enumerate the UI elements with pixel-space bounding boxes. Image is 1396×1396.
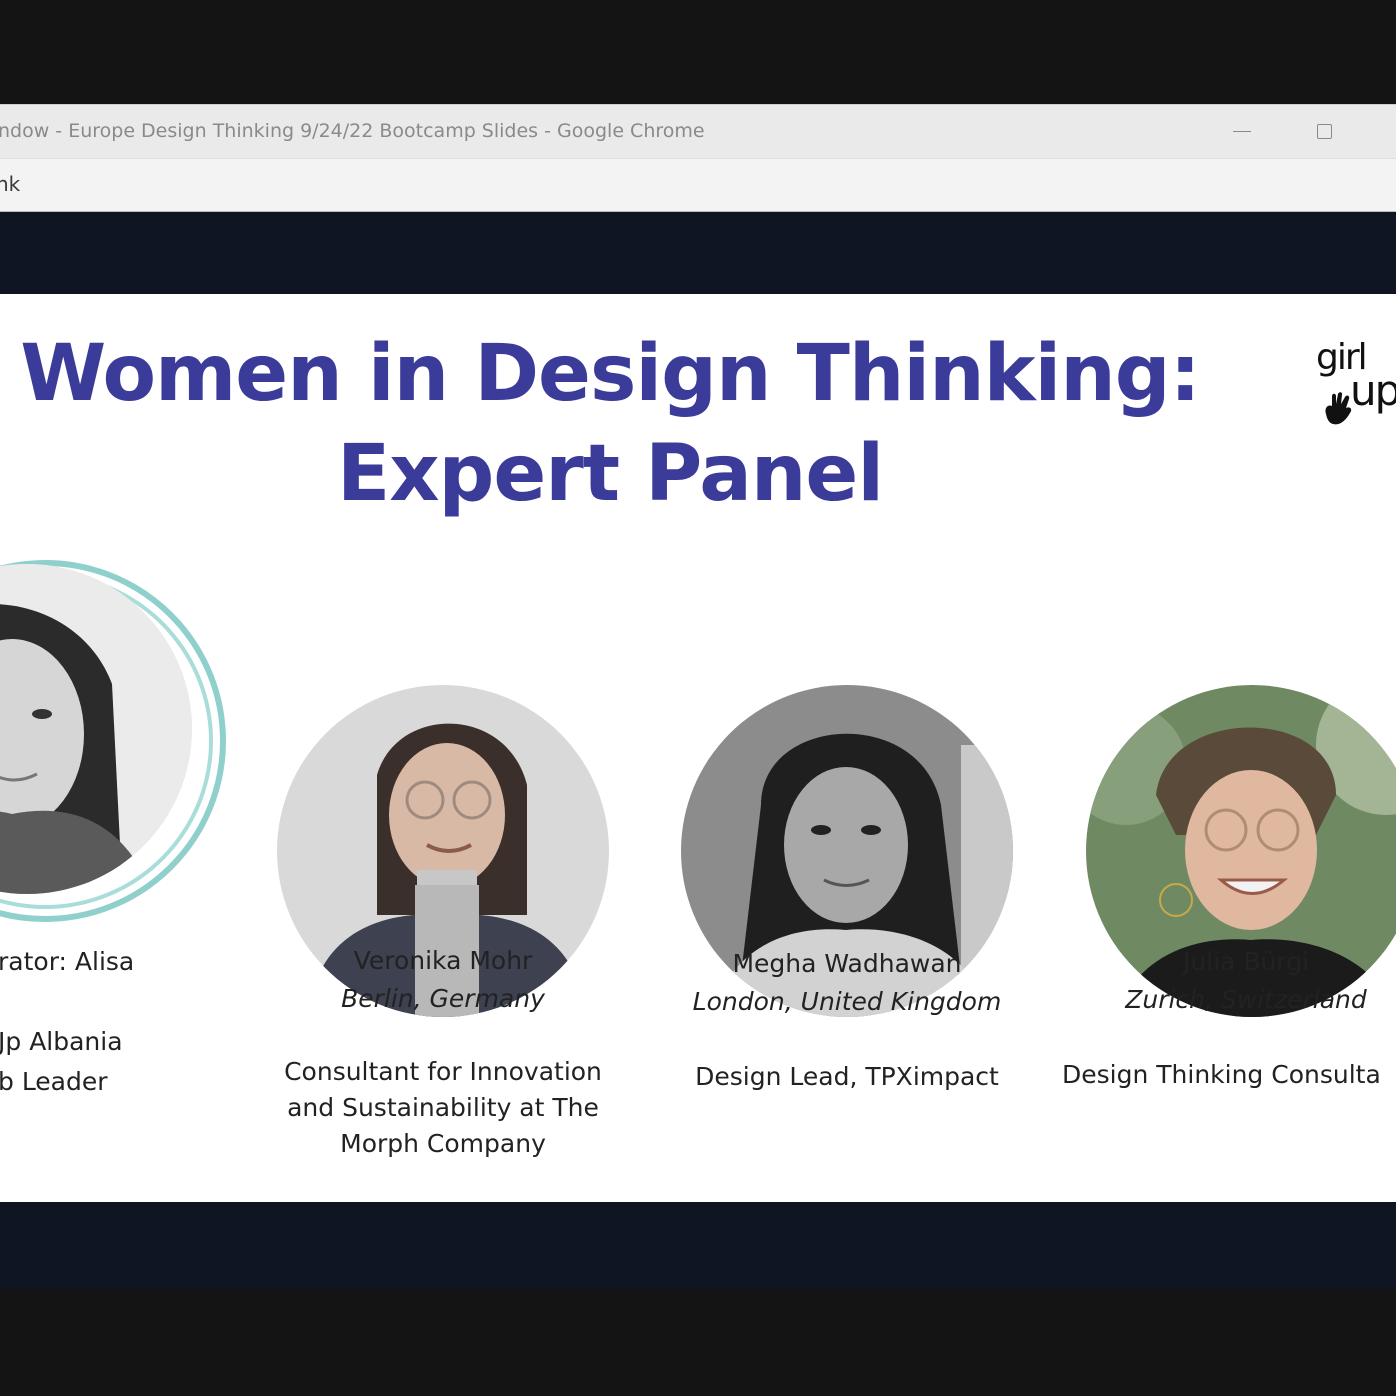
- address-bar[interactable]: nk: [0, 158, 1396, 213]
- panelist-role: Design Lead, TPXimpact: [695, 1062, 999, 1091]
- girl-up-logo: girl up: [1312, 338, 1396, 434]
- top-letterbox: [0, 0, 1396, 104]
- moderator-name: rator: Alisa: [0, 947, 135, 976]
- moderator-role: b Leader: [0, 1067, 108, 1096]
- window-title-bar: ndow - Europe Design Thinking 9/24/22 Bo…: [0, 104, 1396, 159]
- panelist-name: Megha Wadhawan: [732, 949, 962, 978]
- panelist-role: Consultant for Innovation and Sustainabi…: [284, 1057, 602, 1158]
- moderator-org: Jp Albania: [0, 1027, 123, 1056]
- panelist-role: Design Thinking Consulta: [1062, 1060, 1381, 1089]
- slide-title: Women in Design Thinking: Expert Panel: [0, 324, 1220, 524]
- bottom-letterbox: [0, 1288, 1396, 1396]
- presentation-frame-bottom: [0, 1202, 1396, 1288]
- slide-title-line2: Expert Panel: [336, 429, 884, 519]
- chrome-window: ndow - Europe Design Thinking 9/24/22 Bo…: [0, 104, 1396, 1288]
- presentation-frame-top: [0, 212, 1396, 294]
- panelist-name: Julia Bürgi: [1182, 947, 1310, 976]
- minimize-button[interactable]: [1220, 111, 1264, 151]
- panelist-name: Veronika Mohr: [353, 946, 533, 975]
- hand-icon: [1325, 392, 1352, 425]
- minimize-icon: [1233, 130, 1251, 132]
- panelist-location: London, United Kingdom: [692, 987, 1002, 1016]
- panelist-location: Zurich, Switzerland: [1125, 985, 1367, 1014]
- maximize-button[interactable]: [1302, 111, 1346, 151]
- maximize-icon: [1316, 123, 1332, 139]
- panelist-location: Berlin, Germany: [341, 984, 545, 1013]
- window-title: ndow - Europe Design Thinking 9/24/22 Bo…: [0, 120, 705, 142]
- address-text: nk: [0, 172, 21, 196]
- slide-title-line1: Women in Design Thinking:: [20, 329, 1201, 419]
- slide: Women in Design Thinking: Expert Panel g…: [0, 294, 1396, 1202]
